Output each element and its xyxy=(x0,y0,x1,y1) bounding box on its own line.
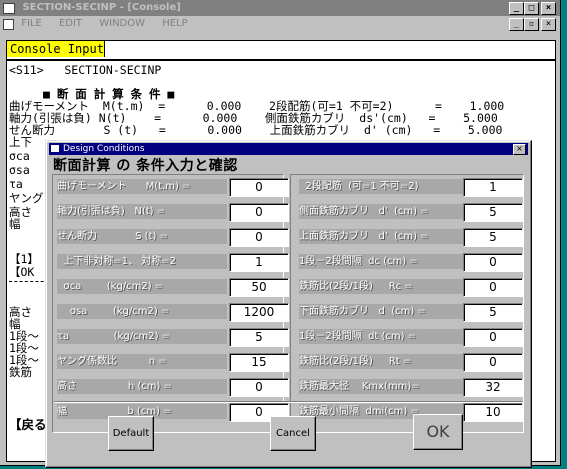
default-button[interactable]: Default xyxy=(108,416,154,451)
top-cover-input[interactable]: 5 xyxy=(463,228,523,247)
field-label: 上下非対称=1、 対称=2 xyxy=(57,254,227,269)
dialog-separator xyxy=(54,401,523,403)
doc-minimize-button[interactable]: _ xyxy=(509,18,524,31)
console-input-row: Console Input= xyxy=(6,40,556,60)
sigma-sa-input[interactable]: 1200 xyxy=(229,303,289,322)
rc-ratio-input[interactable]: 0 xyxy=(463,278,523,297)
max-bar-diameter-input[interactable]: 32 xyxy=(463,378,523,397)
bottom-cover-input[interactable]: 5 xyxy=(463,303,523,322)
console-line: せん断力 S (t) = 0.000 上面鉄筋カブリ d' (cm) = 5.0… xyxy=(9,123,503,137)
dialog-heading: 断面計算 の 条件入力と確認 xyxy=(53,158,238,174)
console-line: 上下 xyxy=(9,135,32,149)
menu-help[interactable]: HELP xyxy=(162,18,187,29)
dialog-title-bar[interactable]: Design Conditions × xyxy=(49,143,528,155)
field-label: 上面鉄筋カブリ d' (cm) = xyxy=(299,229,469,244)
symmetry-input[interactable]: 1 xyxy=(229,253,289,272)
menu-window[interactable]: WINDOW xyxy=(99,18,145,29)
shear-force-input[interactable]: 0 xyxy=(229,228,289,247)
young-ratio-input[interactable]: 15 xyxy=(229,353,289,372)
cancel-button[interactable]: Cancel xyxy=(270,416,316,451)
height-input[interactable]: 0 xyxy=(229,378,289,397)
field-label: σca (kg/cm2) = xyxy=(57,279,227,294)
field-label: τa (kg/cm2) = xyxy=(57,329,227,344)
field-label: 下面鉄筋カブリ d (cm) = xyxy=(299,304,469,319)
field-label: 鉄筋最大径 Kmx(mm)= xyxy=(299,379,469,394)
main-title-bar[interactable]: SECTION-SECINP - [Console] _ □ × xyxy=(0,0,560,16)
console-input-label: Console Input= xyxy=(7,41,115,57)
field-label: 軸力(引張は負) N(t) = xyxy=(57,204,227,219)
doc-icon xyxy=(3,19,14,30)
maximize-button[interactable]: □ xyxy=(524,2,539,15)
field-label: 高さ h (cm) = xyxy=(57,379,227,394)
console-line: σca xyxy=(9,149,30,163)
console-line: 幅 xyxy=(9,217,21,231)
minimize-button[interactable]: _ xyxy=(509,2,524,15)
moment-input[interactable]: 0 xyxy=(229,178,289,197)
console-line: τa xyxy=(9,177,23,191)
dialog-title: Design Conditions xyxy=(63,144,145,154)
console-line: 【OK xyxy=(9,265,35,279)
app-icon xyxy=(3,3,15,14)
main-title: SECTION-SECINP - [Console] xyxy=(22,2,181,13)
doc-close-button[interactable]: × xyxy=(541,18,556,31)
dialog-icon xyxy=(51,145,59,152)
double-layer-input[interactable]: 1 xyxy=(463,178,523,197)
axial-force-input[interactable]: 0 xyxy=(229,203,289,222)
field-label: 曲げモーメント M(t.m) = xyxy=(57,179,227,194)
field-label: 1段－2段間隔 dc (cm) = xyxy=(299,254,469,269)
field-label: σsa (kg/cm2) = xyxy=(57,304,227,319)
field-label: 1段－2段間隔 dt (cm) = xyxy=(299,329,469,344)
doc-restore-button[interactable]: ▫ xyxy=(524,18,539,31)
dc-spacing-input[interactable]: 0 xyxy=(463,253,523,272)
menu-edit[interactable]: EDIT xyxy=(59,18,82,29)
console-line: 【1】 xyxy=(9,252,39,266)
min-bar-spacing-input[interactable]: 10 xyxy=(463,403,523,422)
field-label: 鉄筋比(2段/1段) Rc = xyxy=(299,279,469,294)
console-line: 鉄筋 xyxy=(9,365,32,379)
dialog-close-button[interactable]: × xyxy=(513,144,526,155)
field-label: ヤング係数比 n = xyxy=(57,354,227,369)
design-conditions-dialog: Design Conditions × 断面計算 の 条件入力と確認 曲げモーメ… xyxy=(45,140,532,468)
field-label: 2段配筋 (可=1 不可=2) xyxy=(299,179,469,194)
right-field-panel: 2段配筋 (可=1 不可=2) 1 側面鉄筋カブリ d' (cm) = 5 上面… xyxy=(290,174,524,433)
ok-button[interactable]: OK xyxy=(413,414,463,450)
side-cover-input[interactable]: 5 xyxy=(463,203,523,222)
field-label: 鉄筋比(2段/1段) Rt = xyxy=(299,354,469,369)
menu-bar: FILE EDIT WINDOW HELP _ ▫ × xyxy=(0,16,560,32)
console-line: ヤング xyxy=(9,191,44,205)
console-divider xyxy=(9,281,49,282)
close-button[interactable]: × xyxy=(541,2,556,15)
menu-file[interactable]: FILE xyxy=(21,18,42,29)
console-input[interactable] xyxy=(104,41,555,57)
dt-spacing-input[interactable]: 0 xyxy=(463,328,523,347)
console-line: <S11> SECTION-SECINP xyxy=(9,63,162,77)
field-label: せん断力 S (t) = xyxy=(57,229,227,244)
left-field-panel: 曲げモーメント M(t.m) = 0 軸力(引張は負) N(t) = 0 せん断… xyxy=(52,174,289,433)
sigma-ca-input[interactable]: 50 xyxy=(229,278,289,297)
field-label: 側面鉄筋カブリ d' (cm) = xyxy=(299,204,469,219)
rt-ratio-input[interactable]: 0 xyxy=(463,353,523,372)
console-line: σsa xyxy=(9,163,30,177)
console-back-line[interactable]: 【戻る xyxy=(9,418,47,431)
tau-a-input[interactable]: 5 xyxy=(229,328,289,347)
